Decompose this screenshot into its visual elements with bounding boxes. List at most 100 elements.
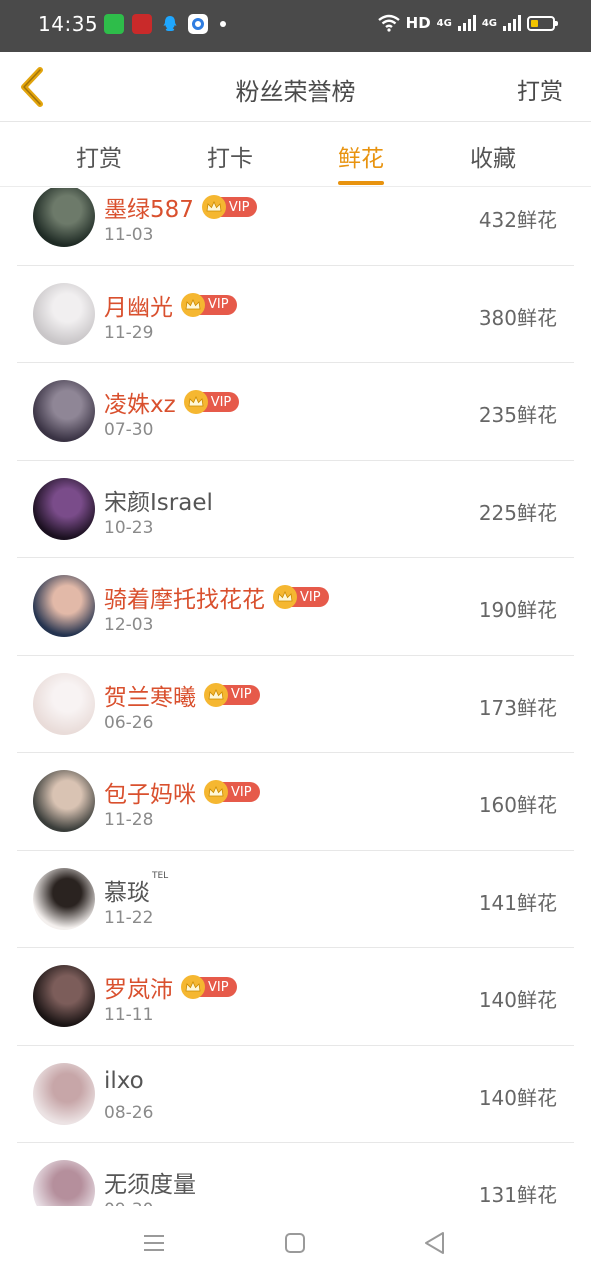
fan-name-line[interactable]: 骑着摩托找花花 VIP: [104, 580, 329, 614]
system-nav-bar: [0, 1206, 591, 1280]
wifi-icon: [377, 14, 400, 32]
fan-date: 11-28: [104, 810, 154, 830]
vip-label: VIP: [231, 784, 252, 800]
signal-1-label: 4G: [436, 17, 452, 29]
vip-badge: VIP: [181, 975, 237, 999]
avatar[interactable]: [33, 477, 95, 540]
avatar[interactable]: [33, 1062, 95, 1125]
flower-amount: 160鲜花: [478, 793, 557, 817]
fan-name-line[interactable]: 凌姝xz VIP: [104, 385, 240, 419]
avatar[interactable]: [33, 770, 95, 832]
back-nav-button[interactable]: [422, 1230, 448, 1256]
tab-reward[interactable]: 打赏: [44, 139, 154, 185]
flower-amount: 173鲜花: [478, 695, 557, 720]
fan-row[interactable]: 宋颜Israel 10-23 225鲜花: [17, 461, 574, 558]
avatar[interactable]: [33, 672, 95, 735]
fan-name-line[interactable]: 慕琰 TEL: [104, 871, 168, 907]
hd-label: HD: [405, 14, 431, 32]
fan-name: 罗岚沛: [104, 977, 173, 1003]
flower-amount: 140鲜花: [478, 988, 557, 1012]
vip-label: VIP: [231, 687, 252, 702]
avatar[interactable]: [33, 867, 95, 930]
fan-name: 无须度量: [104, 1172, 196, 1198]
back-triangle-icon: [425, 1232, 444, 1254]
flower-amount: 380鲜花: [478, 305, 557, 330]
fan-name: 包子妈咪: [104, 782, 196, 808]
red-app-icon: [132, 14, 152, 34]
vip-badge: VIP: [181, 292, 237, 317]
avatar[interactable]: [33, 282, 95, 345]
vip-badge: VIP: [183, 390, 240, 414]
fan-name: 慕琰: [104, 879, 150, 906]
vip-label: VIP: [228, 199, 250, 215]
menu-button[interactable]: [141, 1230, 167, 1256]
tab-bar: 打赏 打卡 鲜花 收藏: [0, 123, 591, 187]
avatar[interactable]: [33, 575, 95, 637]
avatar[interactable]: [33, 380, 95, 442]
flower-amount: 141鲜花: [478, 890, 557, 915]
fan-name-line[interactable]: ilxo: [104, 1068, 144, 1094]
fan-date: 11-11: [104, 1005, 154, 1025]
fan-name-line[interactable]: 罗岚沛 VIP: [104, 970, 237, 1004]
home-icon: [285, 1233, 305, 1253]
battery-icon: [527, 15, 558, 31]
fan-name-line[interactable]: 墨绿587 VIP: [104, 190, 258, 224]
fan-name: 贺兰寒曦: [104, 684, 196, 711]
fan-row[interactable]: 墨绿587 VIP 11-03 432鲜花: [17, 188, 574, 266]
tab-favorites[interactable]: 收藏: [438, 139, 548, 185]
fan-name-line[interactable]: 贺兰寒曦 VIP: [104, 678, 260, 712]
crown-icon: [181, 975, 205, 999]
fan-list[interactable]: 墨绿587 VIP 11-03 432鲜花月幽光 VIP 11-29 380鲜花凌姝xz VI…: [0, 188, 591, 1206]
fan-date: 11-29: [104, 322, 154, 343]
fan-name: 宋颜Israel: [104, 489, 213, 516]
avatar[interactable]: [33, 1160, 95, 1206]
blue-app-icon: [188, 14, 208, 34]
crown-icon: [183, 390, 208, 414]
fan-date: 06-26: [104, 712, 154, 733]
vip-badge: VIP: [201, 195, 258, 219]
fan-row[interactable]: 月幽光 VIP 11-29 380鲜花: [17, 266, 574, 363]
fan-row[interactable]: 凌姝xz VIP 07-30 235鲜花: [17, 363, 574, 461]
vip-label: VIP: [208, 297, 229, 312]
vip-badge: VIP: [204, 780, 260, 804]
fan-name-line[interactable]: 宋颜Israel: [104, 483, 213, 517]
crown-icon: [181, 292, 205, 317]
reward-button[interactable]: 打赏: [517, 72, 563, 106]
fan-row[interactable]: 慕琰 TEL 11-22 141鲜花: [17, 851, 574, 948]
signal-1-icon: [457, 15, 476, 31]
fan-name-line[interactable]: 包子妈咪 VIP: [104, 775, 260, 809]
flower-amount: 140鲜花: [478, 1085, 557, 1110]
avatar[interactable]: [33, 965, 95, 1027]
fan-date: 07-30: [104, 420, 154, 440]
fan-row[interactable]: 骑着摩托找花花 VIP 12-03 190鲜花: [17, 558, 574, 656]
fan-row[interactable]: 罗岚沛 VIP 11-11 140鲜花: [17, 948, 574, 1046]
tab-flowers[interactable]: 鲜花: [306, 139, 416, 185]
fan-name: 墨绿587: [104, 197, 194, 223]
avatar[interactable]: [33, 188, 95, 247]
fan-name-line[interactable]: 月幽光 VIP: [104, 288, 237, 322]
crown-icon: [201, 195, 226, 219]
fan-row[interactable]: 包子妈咪 VIP 11-28 160鲜花: [17, 753, 574, 851]
fan-row[interactable]: ilxo 08-26 140鲜花: [17, 1046, 574, 1143]
fan-date: 08-26: [104, 1102, 154, 1123]
fan-row[interactable]: 无须度量09-30131鲜花: [17, 1143, 574, 1206]
flower-amount: 225鲜花: [478, 500, 557, 525]
fan-date: 11-22: [104, 907, 154, 928]
flower-amount: 235鲜花: [478, 403, 557, 427]
fan-list-rows: 墨绿587 VIP 11-03 432鲜花月幽光 VIP 11-29 380鲜花凌姝xz VI…: [0, 188, 591, 1206]
fan-date: 11-03: [104, 225, 154, 245]
home-button[interactable]: [282, 1230, 308, 1256]
status-bar: 14:35 HD 4G 4G: [0, 0, 591, 52]
fan-row[interactable]: 贺兰寒曦 VIP 06-26 173鲜花: [17, 656, 574, 753]
page-title: 粉丝荣誉榜: [235, 78, 356, 106]
vip-badge: VIP: [204, 682, 260, 707]
fan-name: 月幽光: [104, 294, 173, 321]
signal-2-label: 4G: [481, 17, 497, 29]
crown-icon: [273, 585, 297, 609]
tab-checkin[interactable]: 打卡: [175, 139, 285, 185]
flower-amount: 131鲜花: [478, 1183, 557, 1206]
fan-name-line[interactable]: 无须度量: [104, 1165, 196, 1199]
status-indicators: HD 4G 4G: [377, 14, 558, 32]
vip-label: VIP: [300, 589, 321, 605]
flower-amount: 432鲜花: [478, 208, 557, 232]
